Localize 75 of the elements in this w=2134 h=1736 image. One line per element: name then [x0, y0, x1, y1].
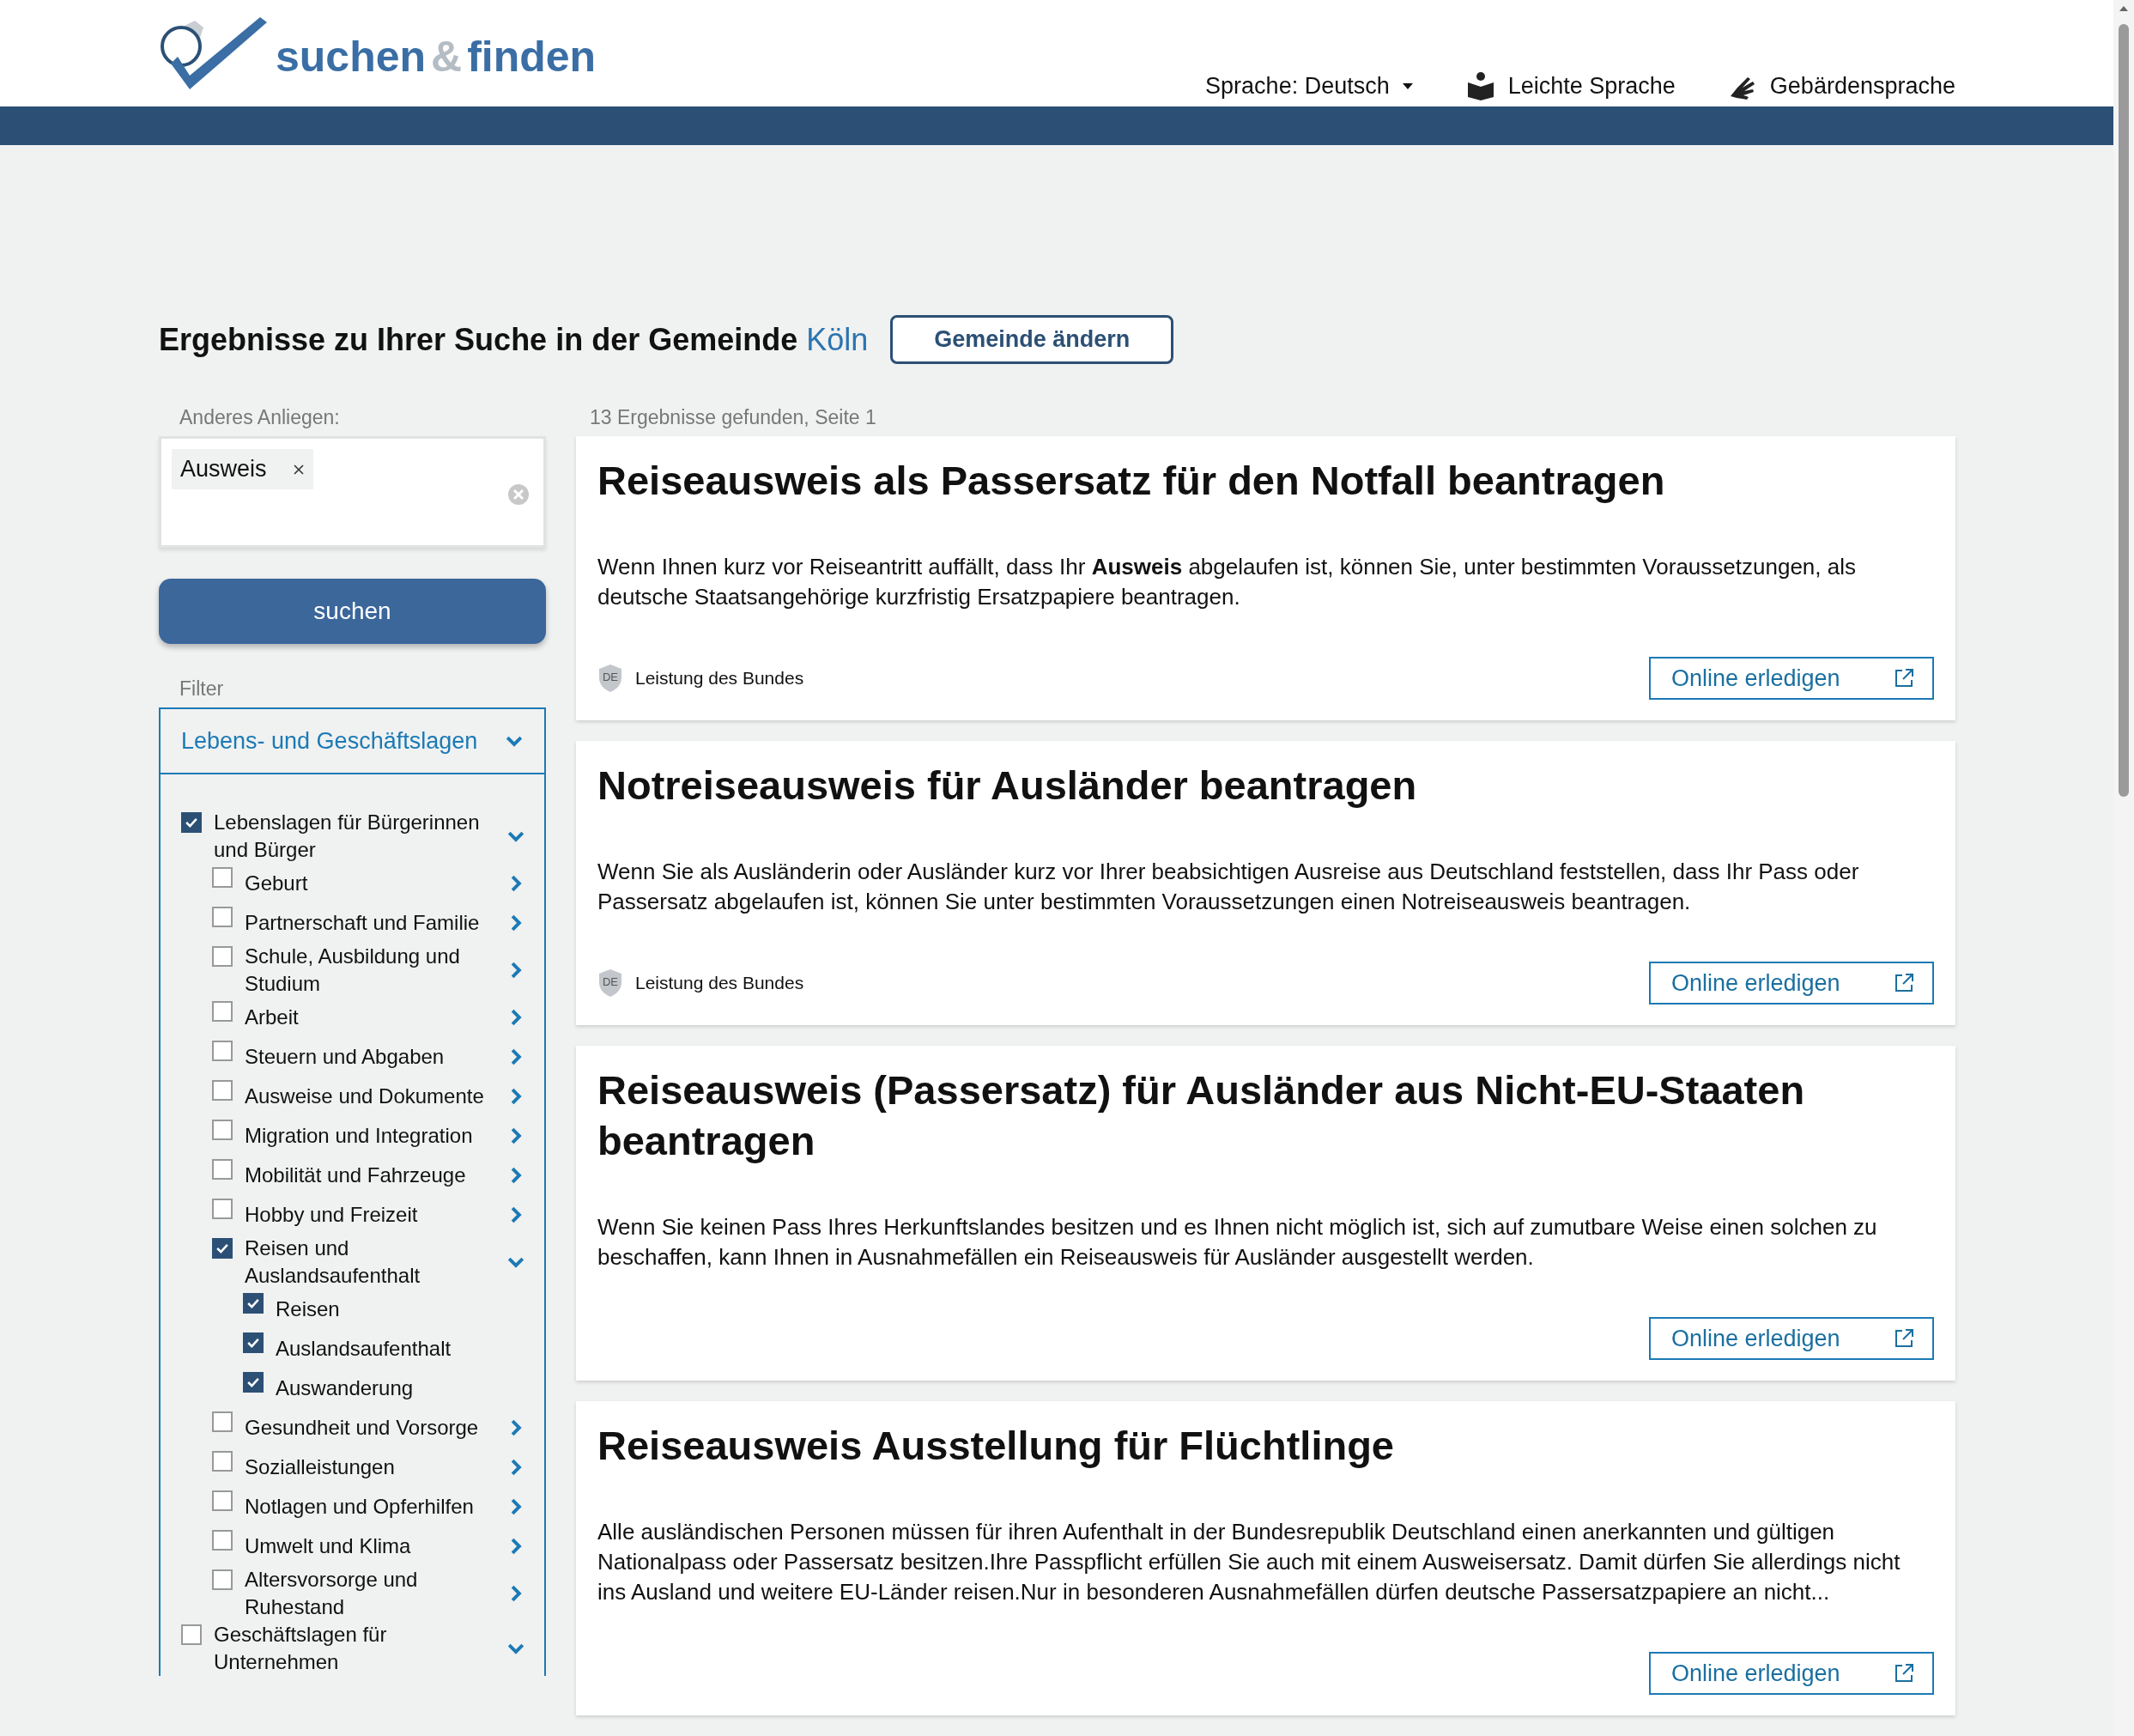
filter-label[interactable]: Sozialleistungen: [245, 1454, 493, 1481]
municipality-name: Köln: [806, 321, 869, 358]
online-button[interactable]: Online erledigen: [1649, 1317, 1934, 1360]
checkbox[interactable]: [212, 1159, 233, 1180]
external-link-icon: [1893, 972, 1915, 994]
filter-label[interactable]: Notlagen und Opferhilfen: [245, 1493, 493, 1521]
results-heading: Ergebnisse zu Ihrer Suche in der Gemeinde: [159, 321, 798, 358]
result-title[interactable]: Reiseausweis (Passersatz) für Ausländer aus Nicht-EU-Staaten beantragen: [597, 1065, 1934, 1166]
shield-icon: DE: [597, 664, 623, 693]
filter-label[interactable]: Umwelt und Klima: [245, 1533, 493, 1560]
filter-label[interactable]: Steuern und Abgaben: [245, 1043, 493, 1071]
scrollbar-thumb[interactable]: [2119, 24, 2129, 797]
logo-text: suchen: [276, 32, 427, 82]
close-icon[interactable]: [292, 463, 305, 476]
nav-link[interactable]: Gebärdensprache: [1726, 70, 1955, 101]
search-field[interactable]: Ausweis: [159, 436, 546, 548]
result-description: Alle ausländischen Personen müssen für ihren Aufenthalt in der Bundesrepublik Deutschland einen anerkannten und gültigen Nationalpass oder Passersatz besitzen.Ihre Passpflicht erfüllen Sie auch mit einem Ausweisersatz. Damit dürfen Sie allerdings nicht ins Ausland und weitere EU-Länder reisen.Nur in besonderen Ausnahmefällen dürfen deutsche Passersatzpapiere an nicht...: [597, 1518, 1901, 1606]
search-tag[interactable]: Ausweis: [172, 449, 313, 489]
external-link-icon: [1893, 667, 1915, 689]
filter-label[interactable]: Arbeit: [245, 1004, 493, 1031]
online-button[interactable]: Online erledigen: [1649, 962, 1934, 1005]
checkbox[interactable]: [212, 946, 233, 967]
filter-label[interactable]: Partnerschaft und Familie: [245, 909, 493, 937]
checkbox[interactable]: [212, 1569, 233, 1590]
language-dropdown[interactable]: Sprache: Deutsch: [1205, 72, 1414, 100]
filter-label[interactable]: Mobilität und Fahrzeuge: [245, 1162, 493, 1189]
result-title[interactable]: Reiseausweis als Passersatz für den Notfall beantragen: [597, 455, 1934, 506]
scrollbar[interactable]: [2113, 0, 2134, 1736]
service-label: Leistung des Bundes: [635, 973, 804, 993]
filter-label[interactable]: Auslandsaufenthalt: [276, 1335, 527, 1363]
checkbox[interactable]: [212, 1530, 233, 1551]
shield-icon: DE: [597, 968, 623, 998]
filter-heading: Filter: [179, 676, 225, 701]
service-label: Leistung des Bundes: [635, 668, 804, 689]
filter-label[interactable]: Schule, Ausbildung und Studium: [245, 943, 493, 998]
filter-label[interactable]: Geschäftslagen für Unternehmen: [214, 1621, 493, 1676]
filter-label[interactable]: Reisen: [276, 1296, 527, 1323]
result-description: Wenn Sie als Ausländerin oder Ausländer kurz vor Ihrer beabsichtigen Ausreise aus Deutschland feststellen, dass Ihr Pass oder Passersatz abgelaufen ist, können Sie unter bestimmten Voraussetzungen einen Notreiseausweis beantragen.: [597, 858, 1860, 916]
field-label: Anderes Anliegen:: [179, 404, 341, 430]
scroll-up-icon[interactable]: [2119, 5, 2129, 12]
online-button[interactable]: Online erledigen: [1649, 1652, 1934, 1695]
result-description: Wenn Ihnen kurz vor Reiseantritt auffällt, dass Ihr Ausweis abgelaufen ist, können Sie, unter bestimmten Voraussetzungen, als deutsche Staatsangehörige kurzfristig Ersatzpapiere beantragen.: [597, 553, 1857, 611]
result-count: 13 Ergebnisse gefunden, Seite 1: [589, 404, 877, 430]
external-link-icon: [1893, 1327, 1915, 1350]
filter-label[interactable]: Reisen und Auslandsaufenthalt: [245, 1235, 493, 1290]
logo-text: &: [431, 32, 463, 82]
checkbox[interactable]: [212, 867, 233, 888]
result-description: Wenn Sie keinen Pass Ihres Herkunftslandes besitzen und es Ihnen nicht möglich ist, sich auf zumutbare Weise einen solchen zu beschaffen, kann Ihnen in Ausnahmefällen ein Reiseausweis für Ausländer ausgestellt werden.: [597, 1213, 1878, 1272]
checkbox[interactable]: [212, 1490, 233, 1511]
filter-label[interactable]: Lebenslagen für Bürgerinnen und Bürger: [214, 809, 493, 864]
filter-label[interactable]: Geburt: [245, 870, 493, 897]
checkbox[interactable]: [212, 1411, 233, 1432]
checkbox[interactable]: [212, 1451, 233, 1472]
result-title[interactable]: Notreiseausweis für Ausländer beantragen: [597, 760, 1934, 810]
nav-link[interactable]: Leichte Sprache: [1464, 70, 1676, 101]
filter-label[interactable]: Migration und Integration: [245, 1122, 493, 1150]
checkbox[interactable]: [181, 1624, 202, 1645]
filter-label[interactable]: Hobby und Freizeit: [245, 1201, 493, 1229]
checkbox[interactable]: [212, 1001, 233, 1022]
checkbox[interactable]: [212, 1080, 233, 1101]
filter-label[interactable]: Gesundheit und Vorsorge: [245, 1414, 493, 1442]
search-button[interactable]: suchen: [159, 579, 546, 644]
checkbox[interactable]: [212, 907, 233, 927]
checkbox[interactable]: [212, 1120, 233, 1140]
filter-label[interactable]: Ausweise und Dokumente: [245, 1083, 493, 1110]
checkbox[interactable]: [212, 1041, 233, 1061]
filter-label[interactable]: Auswanderung: [276, 1375, 527, 1402]
caret-icon: [1401, 82, 1414, 90]
logo-text: finden: [467, 32, 597, 82]
external-link-icon: [1893, 1662, 1915, 1684]
change-municipality-button[interactable]: Gemeinde ändern: [890, 315, 1174, 364]
filter-label[interactable]: Altersvorsorge und Ruhestand: [245, 1566, 493, 1621]
online-button[interactable]: Online erledigen: [1649, 657, 1934, 700]
result-title[interactable]: Reiseausweis Ausstellung für Flüchtlinge: [597, 1420, 1934, 1471]
checkbox[interactable]: [212, 1199, 233, 1219]
